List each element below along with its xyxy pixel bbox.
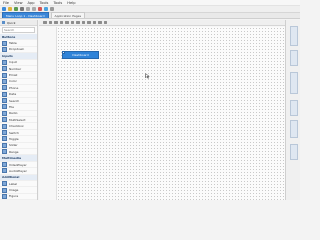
form-label: Dashboard — [72, 53, 89, 57]
component-label: VideoPlayer — [9, 162, 27, 167]
component-label: Inputs — [2, 53, 13, 58]
component-label: Additional — [2, 175, 20, 180]
mouse-cursor-icon — [145, 73, 150, 79]
component-icon — [2, 193, 7, 199]
component-icon — [2, 149, 7, 155]
component-icon — [2, 85, 7, 91]
menu-help[interactable]: Help — [67, 1, 75, 5]
component-icon — [2, 130, 7, 136]
component-label: File — [9, 104, 15, 109]
component-icon — [2, 187, 7, 193]
align-middle-icon[interactable] — [65, 20, 69, 25]
grid-icon[interactable] — [98, 20, 102, 25]
component-icon — [2, 59, 7, 65]
layers-tab[interactable] — [290, 72, 298, 94]
component-icon — [2, 40, 7, 46]
component-label: Slider — [9, 143, 18, 148]
component-icon — [2, 78, 7, 84]
same-width-icon[interactable] — [76, 20, 80, 25]
redo-icon[interactable] — [32, 7, 36, 11]
component-icon — [2, 136, 7, 142]
component-icon — [2, 142, 7, 148]
zoom-icon[interactable] — [103, 20, 107, 25]
component-icon — [2, 98, 7, 104]
component-label: Radio — [9, 111, 18, 116]
component-label: Date — [9, 92, 17, 97]
align-top-icon[interactable] — [59, 20, 63, 25]
component-icon — [2, 104, 7, 110]
component-label: MultiSelect — [9, 117, 26, 122]
component-icon — [2, 72, 7, 78]
component-icon — [2, 91, 7, 97]
component-label: Number — [9, 66, 22, 71]
styles-tab[interactable] — [290, 100, 298, 116]
panel-title: Quick — [7, 20, 16, 25]
component-label: Switch — [9, 130, 19, 135]
component-icon — [2, 46, 7, 52]
component-label: Search — [9, 98, 20, 103]
component-label: AudioPlayer — [9, 168, 27, 173]
component-label: Figure — [9, 194, 19, 199]
menu-file[interactable]: File — [3, 1, 9, 5]
open-icon[interactable] — [8, 7, 12, 11]
component-label: Input — [9, 60, 17, 65]
component-panel: Quick Search Buttons Table Dropdown Inputs I… — [0, 20, 38, 200]
menu-view[interactable]: View — [14, 1, 23, 5]
right-dock — [285, 20, 300, 200]
data-tab[interactable] — [290, 120, 298, 138]
events-tab[interactable] — [290, 50, 298, 66]
align-center-icon[interactable] — [48, 20, 52, 25]
component-label: Range — [9, 149, 19, 154]
undo-icon[interactable] — [26, 7, 30, 11]
menu-tools[interactable]: Tools — [40, 1, 49, 5]
component-label: Toggle — [9, 136, 19, 141]
tab-label: Application Pages — [54, 13, 82, 18]
panel-header: Quick — [0, 20, 37, 26]
component-label: Buttons — [2, 34, 16, 39]
search-input[interactable]: Search — [2, 27, 35, 33]
properties-tab[interactable] — [290, 26, 298, 46]
component-icon — [2, 66, 7, 72]
component-list: Buttons Table Dropdown Inputs Input Number Ema… — [0, 34, 37, 200]
component-label: Multimedia — [2, 156, 21, 161]
component-label: Image — [9, 188, 19, 193]
tab-dashboard[interactable]: Menu Loop 1 - Dashboard — [2, 12, 49, 18]
same-height-icon[interactable] — [81, 20, 85, 25]
component-icon — [2, 123, 7, 129]
refresh-icon[interactable] — [2, 21, 5, 24]
menu-app[interactable]: App — [28, 1, 35, 5]
align-bottom-icon[interactable] — [70, 20, 74, 25]
menu-tools-2[interactable]: Tools — [53, 1, 62, 5]
component-icon — [2, 162, 7, 167]
component-icon — [2, 181, 7, 187]
tab-application-pages[interactable]: Application Pages — [50, 12, 86, 18]
component-label: Table — [9, 41, 17, 46]
save-icon[interactable] — [14, 7, 18, 11]
new-icon[interactable] — [2, 7, 6, 11]
run-icon[interactable] — [44, 7, 48, 11]
print-icon[interactable] — [20, 7, 24, 11]
component-icon — [2, 110, 7, 116]
component-label: Dropdown — [9, 47, 25, 52]
component-label: Color — [9, 79, 17, 84]
send-back-icon[interactable] — [92, 20, 96, 25]
settings-icon[interactable] — [50, 7, 54, 11]
tab-label: Menu Loop 1 - Dashboard — [6, 13, 45, 18]
stop-icon[interactable] — [38, 7, 42, 11]
component-icon — [2, 168, 7, 174]
resize-handle[interactable] — [62, 51, 65, 54]
search-placeholder: Search — [4, 28, 15, 32]
component-icon — [2, 117, 7, 123]
component-label: Label — [9, 181, 18, 186]
bring-front-icon[interactable] — [87, 20, 91, 25]
assets-tab[interactable] — [290, 144, 298, 160]
document-tabs: Menu Loop 1 - Dashboard Application Page… — [0, 12, 300, 19]
align-left-icon[interactable] — [43, 20, 47, 25]
component-label: Email — [9, 73, 18, 78]
component-label: Phone — [9, 85, 19, 90]
dashboard-form[interactable]: Dashboard — [62, 51, 99, 59]
align-right-icon[interactable] — [54, 20, 58, 25]
component-item[interactable]: Figure — [0, 193, 37, 200]
component-label: Checkbox — [9, 124, 24, 129]
